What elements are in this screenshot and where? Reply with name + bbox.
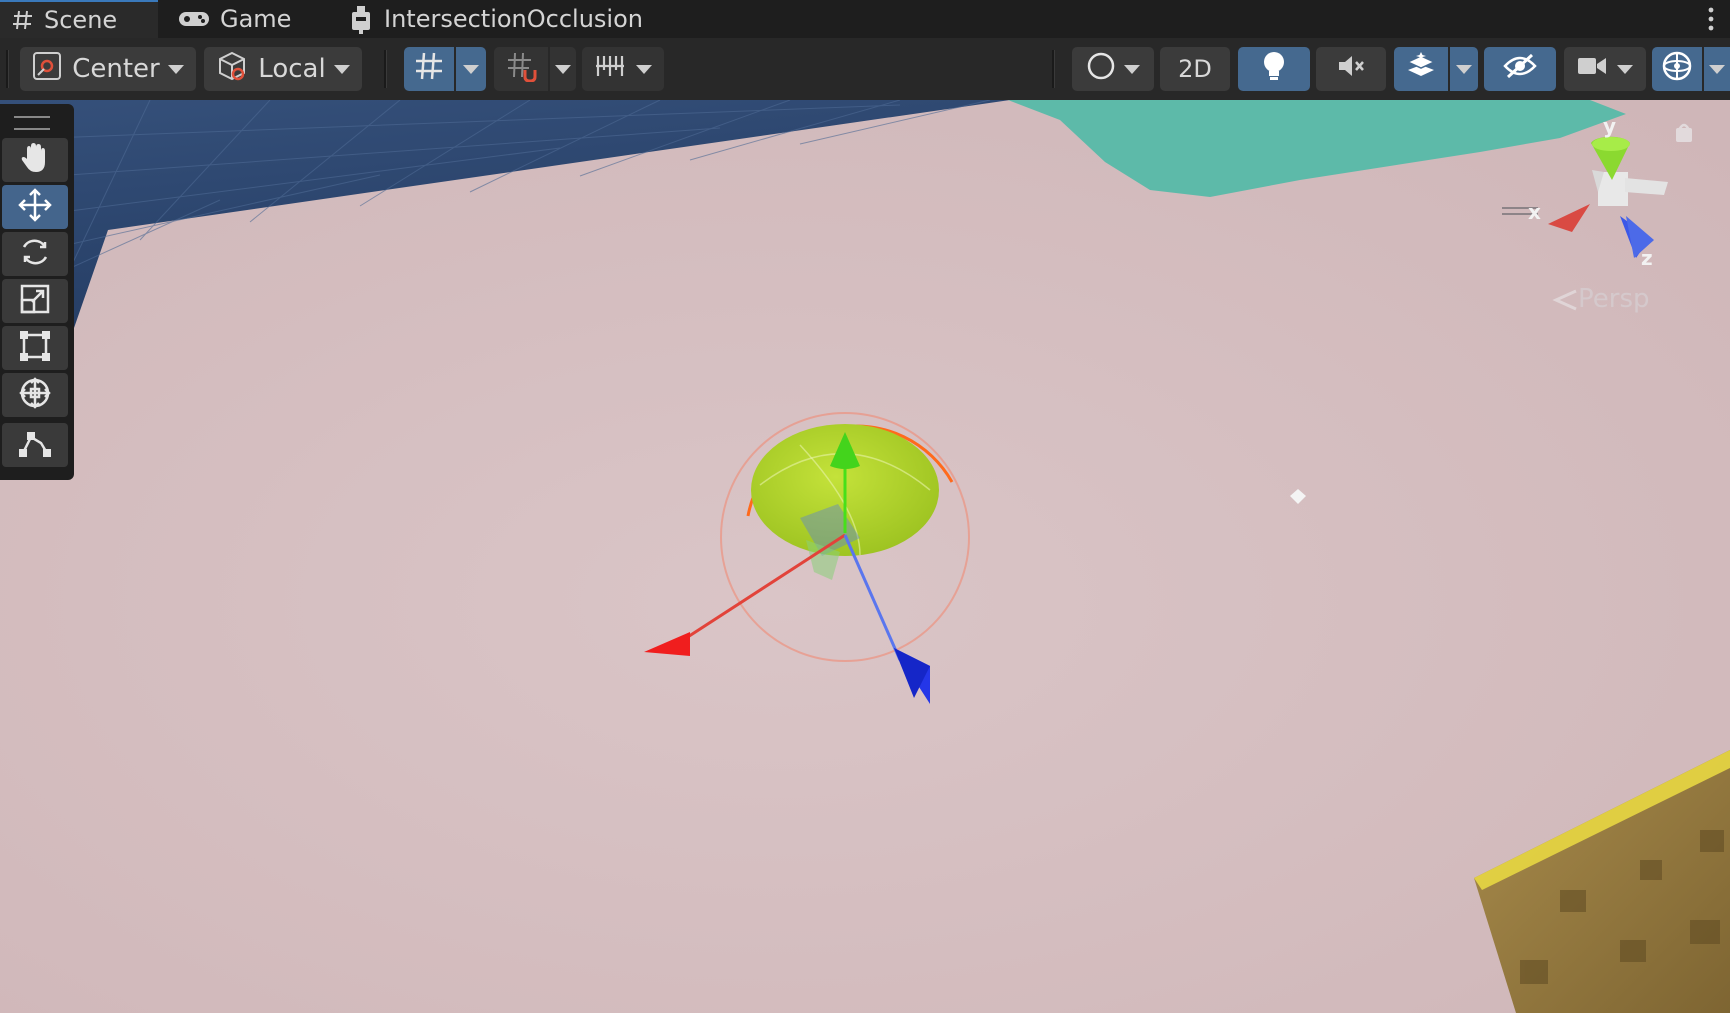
scene-toolbar: Center Local 2D <box>0 38 1730 101</box>
path-nodes-icon <box>17 427 53 463</box>
hash-icon <box>12 9 34 31</box>
transform-tool-button[interactable] <box>2 373 68 417</box>
scene-visibility-button[interactable] <box>1484 47 1556 91</box>
chevron-down-icon <box>1709 64 1725 74</box>
grid-snapping-button[interactable] <box>494 47 548 91</box>
scene-render <box>0 100 1730 1013</box>
toggle-2d-label: 2D <box>1178 55 1212 83</box>
gizmo-axis-z-label: z <box>1641 246 1653 270</box>
toolbar-separator <box>384 50 387 88</box>
chevron-down-icon <box>333 64 350 74</box>
increment-snapping-dropdown[interactable] <box>582 47 664 91</box>
scene-camera-dropdown[interactable] <box>1564 47 1646 91</box>
gizmos-button[interactable] <box>1652 47 1702 91</box>
hidden-eye-icon <box>1502 52 1538 87</box>
chevron-down-icon <box>1124 64 1140 74</box>
grid-visibility-button[interactable] <box>404 47 454 91</box>
tool-palette <box>0 104 74 480</box>
scene-effects-dropdown[interactable] <box>1450 47 1478 91</box>
camera-icon <box>1577 54 1607 84</box>
pivot-label: Center <box>72 54 160 84</box>
gizmos-dropdown[interactable] <box>1704 47 1730 91</box>
tab-scene[interactable]: Scene <box>0 0 158 38</box>
editor-tab-bar: Scene Game IntersectionOcclusion <box>0 0 1730 39</box>
more-options-icon[interactable] <box>1708 6 1714 32</box>
shaded-sphere-icon <box>1086 51 1116 88</box>
tab-game-label: Game <box>220 5 292 33</box>
rect-tool-button[interactable] <box>2 326 68 370</box>
gizmo-axis-y-label: y <box>1603 114 1617 138</box>
scale-tool-button[interactable] <box>2 279 68 323</box>
ruler-icon <box>594 52 626 87</box>
move-arrows-icon <box>17 187 53 227</box>
chevron-down-icon <box>1617 64 1633 74</box>
rect-transform-icon <box>18 329 52 367</box>
local-cube-icon <box>216 50 248 89</box>
chevron-down-icon <box>636 64 652 74</box>
chevron-down-icon <box>463 64 479 74</box>
scene-effects-button[interactable] <box>1394 47 1448 91</box>
gizmo-globe-icon <box>1660 49 1694 90</box>
gizmo-axis-x-label: x <box>1528 200 1541 224</box>
pivot-rotation-dropdown[interactable]: Local <box>204 47 362 91</box>
lightbulb-icon <box>1261 50 1287 89</box>
tab-scene-label: Scene <box>44 6 118 34</box>
scale-icon <box>18 282 52 320</box>
toolbar-separator <box>1052 50 1055 88</box>
rotate-tool-button[interactable] <box>2 232 68 276</box>
chevron-down-icon <box>555 64 571 74</box>
scene-audio-button[interactable] <box>1316 47 1386 91</box>
hand-icon <box>18 141 52 179</box>
custom-tool-button[interactable] <box>2 423 68 467</box>
chevron-down-icon <box>167 64 184 74</box>
rotate-icon <box>18 235 52 273</box>
chevron-down-icon <box>1456 64 1472 74</box>
effects-layers-icon <box>1406 51 1436 88</box>
pivot-center-icon <box>32 51 62 88</box>
tab-game[interactable]: Game <box>166 0 314 38</box>
tab-intersection-occlusion[interactable]: IntersectionOcclusion <box>336 0 676 38</box>
projection-label: Persp <box>1578 284 1650 314</box>
grid-snapping-dropdown[interactable] <box>550 47 576 91</box>
transform-icon <box>17 375 53 415</box>
pivot-position-dropdown[interactable]: Center <box>20 47 196 91</box>
snap-grid-icon <box>505 50 537 89</box>
toggle-2d-button[interactable]: 2D <box>1160 47 1230 91</box>
tab-intersection-occlusion-label: IntersectionOcclusion <box>384 5 643 33</box>
chevron-left-icon <box>1552 289 1577 310</box>
gamepad-icon <box>178 9 210 29</box>
move-tool-button[interactable] <box>2 185 68 229</box>
draw-mode-dropdown[interactable] <box>1072 47 1154 91</box>
grid-options-dropdown[interactable] <box>456 47 486 91</box>
palette-grip[interactable] <box>14 116 50 130</box>
space-label: Local <box>258 54 326 84</box>
toolbar-grip <box>6 50 9 88</box>
grid-icon <box>413 50 445 89</box>
lock-icon <box>1676 128 1692 142</box>
package-icon <box>348 4 374 34</box>
hand-tool-button[interactable] <box>2 138 68 182</box>
scene-lighting-button[interactable] <box>1238 47 1310 91</box>
scene-viewport[interactable]: y x z Persp <box>0 100 1730 1013</box>
audio-muted-icon <box>1336 52 1366 87</box>
projection-toggle[interactable]: Persp <box>1552 284 1650 314</box>
